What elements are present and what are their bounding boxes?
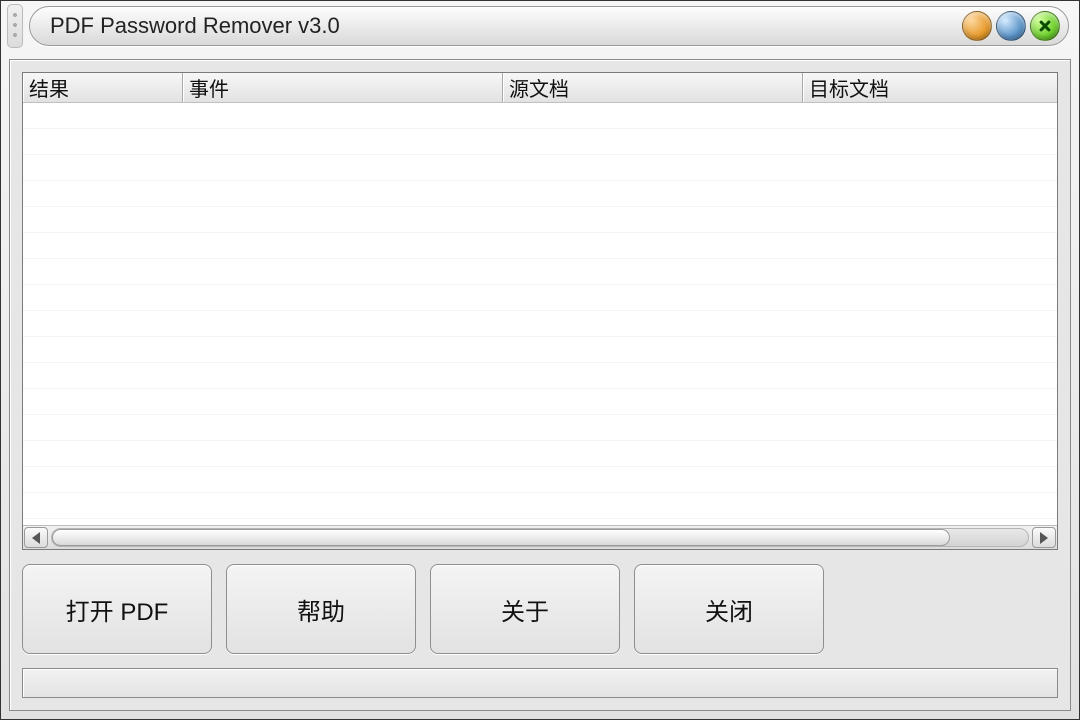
- help-button[interactable]: 帮助: [226, 564, 416, 654]
- maximize-button[interactable]: [996, 11, 1026, 41]
- button-row: 打开 PDF 帮助 关于 关闭: [22, 564, 1058, 654]
- column-headers: 结果 事件 源文档 目标文档: [23, 73, 1057, 103]
- window-title: PDF Password Remover v3.0: [50, 13, 340, 39]
- window-controls: [962, 11, 1060, 41]
- scroll-track[interactable]: [51, 528, 1029, 547]
- column-header-source[interactable]: 源文档: [503, 73, 803, 102]
- title-bar[interactable]: PDF Password Remover v3.0: [1, 1, 1079, 51]
- results-list: 结果 事件 源文档 目标文档: [22, 72, 1058, 550]
- column-header-result[interactable]: 结果: [23, 73, 183, 102]
- status-bar: [22, 668, 1058, 698]
- scroll-right-button[interactable]: [1032, 527, 1056, 548]
- client-area: 结果 事件 源文档 目标文档 打开 PDF: [9, 59, 1071, 711]
- column-header-event[interactable]: 事件: [183, 73, 503, 102]
- titlebar-grip[interactable]: [7, 4, 23, 48]
- horizontal-scrollbar[interactable]: [23, 525, 1057, 549]
- chevron-left-icon: [32, 532, 40, 544]
- title-pill: PDF Password Remover v3.0: [29, 6, 1069, 46]
- scroll-thumb[interactable]: [52, 529, 950, 546]
- scroll-left-button[interactable]: [24, 527, 48, 548]
- open-pdf-button[interactable]: 打开 PDF: [22, 564, 212, 654]
- list-body[interactable]: [23, 103, 1057, 525]
- app-window: PDF Password Remover v3.0 结果 事件 源文档 目标文档: [0, 0, 1080, 720]
- about-button[interactable]: 关于: [430, 564, 620, 654]
- column-header-target[interactable]: 目标文档: [803, 73, 1057, 102]
- chevron-right-icon: [1040, 532, 1048, 544]
- close-button[interactable]: 关闭: [634, 564, 824, 654]
- close-window-button[interactable]: [1030, 11, 1060, 41]
- minimize-button[interactable]: [962, 11, 992, 41]
- row-guides: [23, 103, 1057, 525]
